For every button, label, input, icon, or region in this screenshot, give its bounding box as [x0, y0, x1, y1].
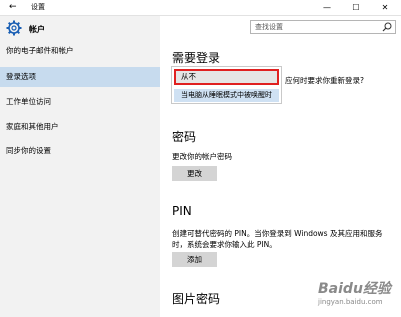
maximize-button[interactable]: ☐: [342, 0, 370, 15]
change-password-button[interactable]: 更改: [172, 166, 217, 181]
close-button[interactable]: ✕: [371, 0, 399, 15]
sidebar-item-sign-in-options[interactable]: 登录选项: [0, 67, 160, 87]
sidebar-item-sync-settings[interactable]: 同步你的设置: [0, 141, 160, 161]
search-input[interactable]: 查找设置: [250, 20, 396, 34]
sidebar-item-email-accounts[interactable]: 你的电子邮件和帐户: [0, 41, 160, 61]
watermark-logo: Baidu经验: [318, 281, 391, 297]
pin-description-line2: 时，系统会要求你输入此 PIN。: [172, 240, 277, 249]
sidebar: 帐户 你的电子邮件和帐户 登录选项 工作单位访问 家庭和其他用户 同步你的设置: [0, 16, 160, 317]
password-title: 密码: [172, 130, 197, 144]
require-login-title: 需要登录: [172, 51, 221, 65]
sidebar-item-family-users[interactable]: 家庭和其他用户: [0, 117, 160, 137]
search-icon[interactable]: [382, 22, 392, 32]
option-never[interactable]: 从不: [174, 69, 279, 85]
picture-password-title: 图片密码: [172, 292, 221, 306]
search-placeholder: 查找设置: [255, 23, 283, 31]
sidebar-item-work-access[interactable]: 工作单位访问: [0, 92, 160, 112]
add-pin-button[interactable]: 添加: [172, 252, 217, 267]
baidu-watermark: Baidu经验 jingyan.baidu.com: [310, 278, 396, 314]
window-title: 设置: [31, 3, 45, 11]
require-login-dropdown[interactable]: 从不 当电脑从睡眠模式中被唤醒时: [171, 66, 282, 104]
sidebar-title: 帐户: [29, 25, 45, 34]
password-description: 更改你的帐户密码: [172, 152, 232, 161]
pin-title: PIN: [172, 204, 192, 218]
watermark-url: jingyan.baidu.com: [318, 298, 383, 306]
minimize-button[interactable]: —: [313, 0, 341, 15]
back-arrow-icon[interactable]: ←: [9, 0, 17, 15]
option-wake-from-sleep[interactable]: 当电脑从睡眠模式中被唤醒时: [174, 89, 279, 102]
gear-icon: [6, 20, 22, 36]
title-bar: ← 设置 — ☐ ✕: [0, 0, 401, 16]
require-login-question: 应何时要求你重新登录?: [285, 76, 364, 85]
pin-description-line1: 创建可替代密码的 PIN。当你登录到 Windows 及其应用和服务: [172, 229, 383, 238]
